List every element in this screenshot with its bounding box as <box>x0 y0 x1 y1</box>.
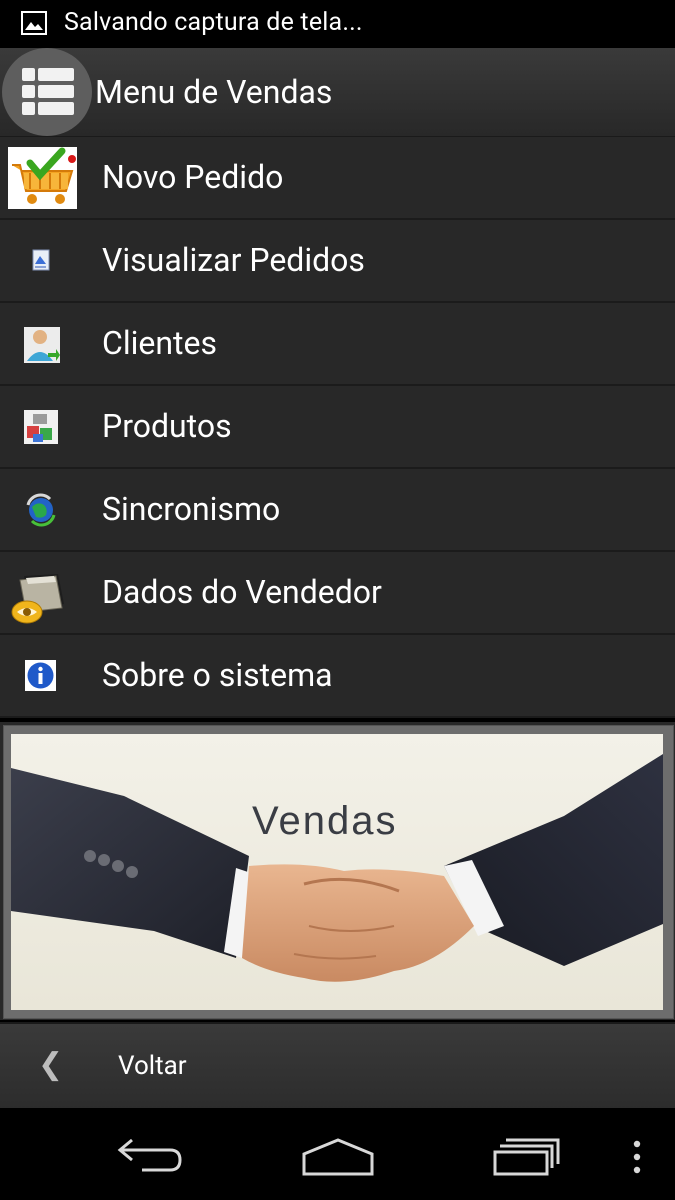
banner-container: Vendas <box>0 722 675 1020</box>
info-icon <box>25 660 56 691</box>
overflow-icon[interactable] <box>630 1138 644 1176</box>
system-nav-bar <box>0 1108 675 1200</box>
sync-globe-icon <box>26 493 56 527</box>
banner-text: Vendas <box>252 799 397 843</box>
status-text: Salvando captura de tela... <box>64 8 363 37</box>
sales-menu-list: Novo Pedido Visualizar Pedidos Clientes … <box>0 137 675 718</box>
chevron-left-icon: ❮ <box>38 1047 64 1082</box>
menu-item-label: Visualizar Pedidos <box>102 241 365 279</box>
image-icon <box>21 11 47 35</box>
menu-item-produtos[interactable]: Produtos <box>0 386 675 469</box>
shopping-cart-icon <box>8 147 77 209</box>
handshake-image: Vendas <box>3 725 674 1019</box>
back-icon[interactable] <box>112 1134 186 1176</box>
menu-item-dados-vendedor[interactable]: Dados do Vendedor <box>0 552 675 635</box>
list-menu-icon <box>22 68 74 115</box>
home-up-button[interactable] <box>2 48 92 136</box>
menu-item-sobre-sistema[interactable]: Sobre o sistema <box>0 635 675 718</box>
page-title: Menu de Vendas <box>95 73 333 111</box>
document-icon <box>32 249 50 271</box>
menu-item-sincronismo[interactable]: Sincronismo <box>0 469 675 552</box>
back-bar[interactable]: ❮ Voltar <box>0 1022 675 1110</box>
products-icon <box>24 410 58 444</box>
recents-icon[interactable] <box>492 1136 562 1178</box>
home-icon[interactable] <box>300 1136 376 1178</box>
status-bar: Salvando captura de tela... <box>0 0 675 48</box>
menu-item-label: Dados do Vendedor <box>102 573 382 611</box>
action-bar: Menu de Vendas <box>0 48 675 138</box>
user-icon <box>24 327 60 363</box>
menu-item-label: Produtos <box>102 407 232 445</box>
menu-item-label: Novo Pedido <box>102 158 284 196</box>
menu-item-label: Sobre o sistema <box>102 656 333 694</box>
menu-item-novo-pedido[interactable]: Novo Pedido <box>0 137 675 220</box>
menu-item-clientes[interactable]: Clientes <box>0 303 675 386</box>
back-button-label: Voltar <box>118 1051 187 1081</box>
menu-item-label: Sincronismo <box>102 490 281 528</box>
menu-item-visualizar-pedidos[interactable]: Visualizar Pedidos <box>0 220 675 303</box>
menu-item-label: Clientes <box>102 324 217 362</box>
folder-eye-icon <box>11 574 64 624</box>
